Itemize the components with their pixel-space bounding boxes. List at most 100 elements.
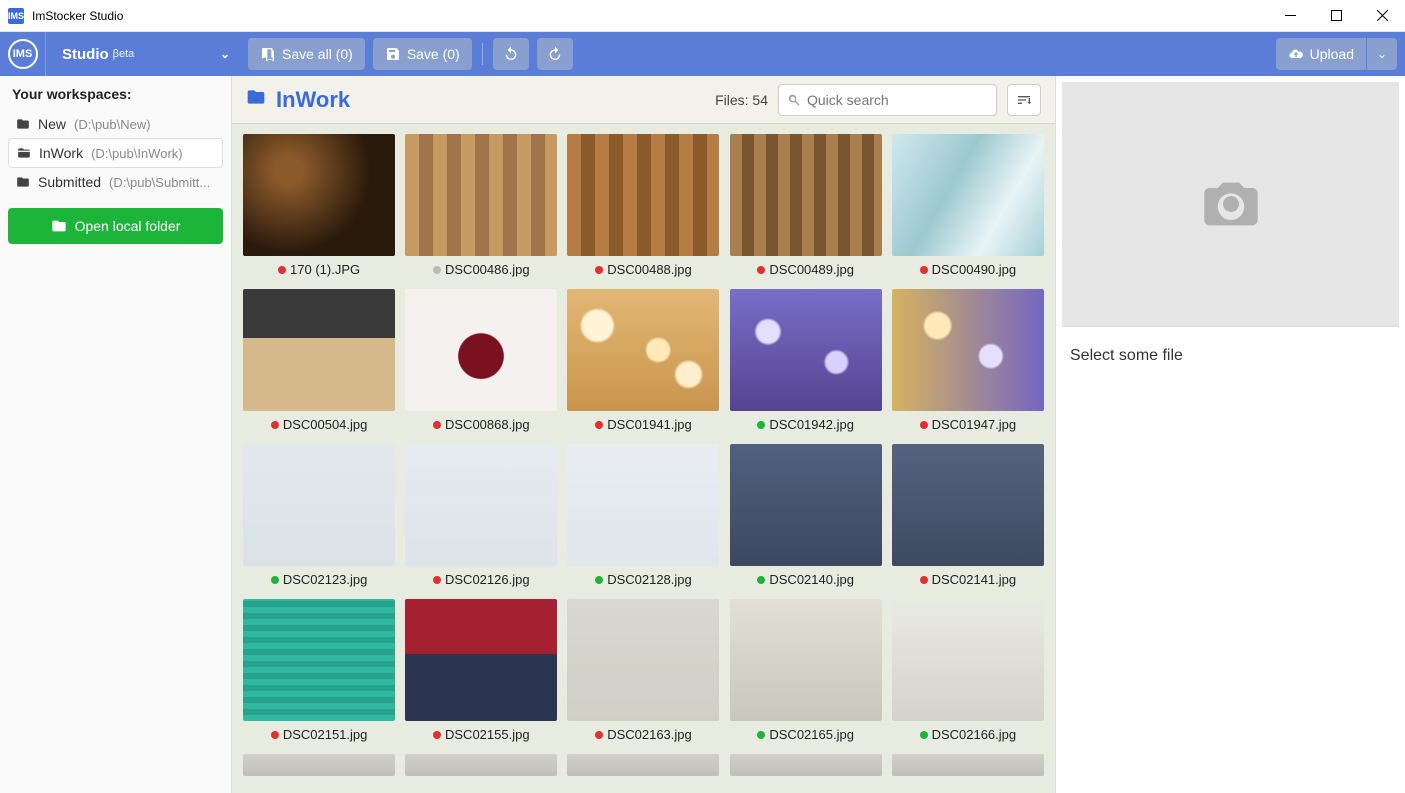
redo-button[interactable] (537, 38, 573, 70)
file-thumbnail[interactable] (567, 444, 719, 566)
file-item[interactable]: DSC02141.jpg (892, 444, 1044, 587)
camera-icon (1199, 172, 1263, 236)
file-item[interactable]: DSC00486.jpg (405, 134, 557, 277)
file-item[interactable]: DSC00489.jpg (730, 134, 882, 277)
file-item[interactable]: DSC02128.jpg (567, 444, 719, 587)
workspace-path: (D:\pub\Submitt... (109, 175, 210, 190)
studio-dropdown[interactable]: Studio βeta ⌄ (54, 32, 240, 76)
file-thumbnail[interactable] (243, 754, 395, 776)
window-minimize-button[interactable] (1267, 0, 1313, 31)
file-item[interactable]: DSC02123.jpg (243, 444, 395, 587)
folder-open-icon (51, 218, 67, 234)
file-thumbnail[interactable] (567, 289, 719, 411)
file-thumbnail[interactable] (243, 444, 395, 566)
search-icon (787, 93, 801, 107)
status-dot (920, 421, 928, 429)
undo-button[interactable] (493, 38, 529, 70)
file-thumbnail[interactable] (730, 134, 882, 256)
file-thumbnail[interactable] (243, 134, 395, 256)
sidebar-item-inwork[interactable]: InWork (D:\pub\InWork) (8, 138, 223, 168)
open-local-folder-button[interactable]: Open local folder (8, 208, 223, 244)
file-item[interactable]: DSC00504.jpg (243, 289, 395, 432)
status-dot (595, 576, 603, 584)
upload-chevron-button[interactable]: ⌄ (1367, 38, 1397, 70)
file-item[interactable]: DSC02140.jpg (730, 444, 882, 587)
file-item[interactable] (892, 754, 1044, 776)
status-dot (595, 266, 603, 274)
studio-label: Studio (62, 46, 109, 63)
file-item[interactable] (730, 754, 882, 776)
file-thumbnail[interactable] (730, 754, 882, 776)
file-thumbnail[interactable] (405, 599, 557, 721)
file-thumbnail[interactable] (405, 289, 557, 411)
sidebar-item-submitted[interactable]: Submitted(D:\pub\Submitt... (8, 168, 223, 196)
save-button[interactable]: Save (0) (373, 38, 472, 70)
workspace-path: (D:\pub\New) (74, 117, 151, 132)
file-thumbnail[interactable] (405, 754, 557, 776)
file-thumbnail[interactable] (243, 599, 395, 721)
sidebar: Your workspaces: New(D:\pub\New) InWork (D… (0, 76, 232, 793)
file-item[interactable]: DSC01941.jpg (567, 289, 719, 432)
file-item[interactable] (405, 754, 557, 776)
file-browser-header: InWork Files: 54 (232, 76, 1055, 124)
folder-icon (16, 117, 30, 131)
file-item[interactable]: DSC02163.jpg (567, 599, 719, 742)
file-thumbnail[interactable] (567, 134, 719, 256)
status-dot (757, 266, 765, 274)
file-thumbnail[interactable] (892, 134, 1044, 256)
redo-icon (547, 46, 563, 62)
file-item[interactable] (567, 754, 719, 776)
file-thumbnail[interactable] (892, 289, 1044, 411)
file-thumbnail[interactable] (730, 289, 882, 411)
save-all-button[interactable]: Save all (0) (248, 38, 365, 70)
file-thumbnail[interactable] (567, 599, 719, 721)
file-item[interactable]: DSC00490.jpg (892, 134, 1044, 277)
file-name: DSC00490.jpg (932, 262, 1017, 277)
file-thumbnail[interactable] (892, 444, 1044, 566)
sidebar-item-new[interactable]: New(D:\pub\New) (8, 110, 223, 138)
file-item[interactable]: DSC02166.jpg (892, 599, 1044, 742)
file-thumbnail[interactable] (892, 754, 1044, 776)
file-thumbnail[interactable] (243, 289, 395, 411)
brand-logo: IMS (0, 32, 46, 76)
status-dot (757, 576, 765, 584)
workspace-path: (D:\pub\InWork) (91, 146, 183, 161)
window-close-button[interactable] (1359, 0, 1405, 31)
window-maximize-button[interactable] (1313, 0, 1359, 31)
file-item[interactable]: DSC02165.jpg (730, 599, 882, 742)
file-browser: InWork Files: 54 170 (1).JPGDSC00486.jpg… (232, 76, 1055, 793)
file-item[interactable]: DSC00868.jpg (405, 289, 557, 432)
file-name: DSC02151.jpg (283, 727, 368, 742)
file-item[interactable]: 170 (1).JPG (243, 134, 395, 277)
search-input[interactable] (807, 92, 988, 108)
quick-search[interactable] (778, 84, 997, 116)
file-item[interactable]: DSC00488.jpg (567, 134, 719, 277)
sort-button[interactable] (1007, 84, 1041, 116)
file-thumbnail[interactable] (730, 444, 882, 566)
file-item[interactable]: DSC01947.jpg (892, 289, 1044, 432)
file-thumbnail[interactable] (405, 444, 557, 566)
file-thumbnail[interactable] (730, 599, 882, 721)
file-item[interactable] (243, 754, 395, 776)
beta-label: βeta (113, 48, 135, 60)
file-item[interactable]: DSC02126.jpg (405, 444, 557, 587)
toolbar-divider (482, 43, 483, 65)
upload-button[interactable]: Upload (1276, 38, 1366, 70)
file-item[interactable]: DSC01942.jpg (730, 289, 882, 432)
folder-icon (17, 146, 31, 160)
file-name: DSC02166.jpg (932, 727, 1017, 742)
sort-icon (1016, 92, 1032, 108)
file-name: DSC01942.jpg (769, 417, 854, 432)
folder-icon (246, 87, 266, 113)
status-dot (278, 266, 286, 274)
workspaces-title: Your workspaces: (8, 84, 223, 104)
thumbnail-scroll[interactable]: 170 (1).JPGDSC00486.jpgDSC00488.jpgDSC00… (232, 124, 1055, 793)
file-item[interactable]: DSC02155.jpg (405, 599, 557, 742)
file-thumbnail[interactable] (892, 599, 1044, 721)
save-icon (385, 46, 401, 62)
file-name: DSC02123.jpg (283, 572, 368, 587)
file-item[interactable]: DSC02151.jpg (243, 599, 395, 742)
workspace-name: InWork (39, 145, 83, 161)
file-thumbnail[interactable] (405, 134, 557, 256)
file-thumbnail[interactable] (567, 754, 719, 776)
